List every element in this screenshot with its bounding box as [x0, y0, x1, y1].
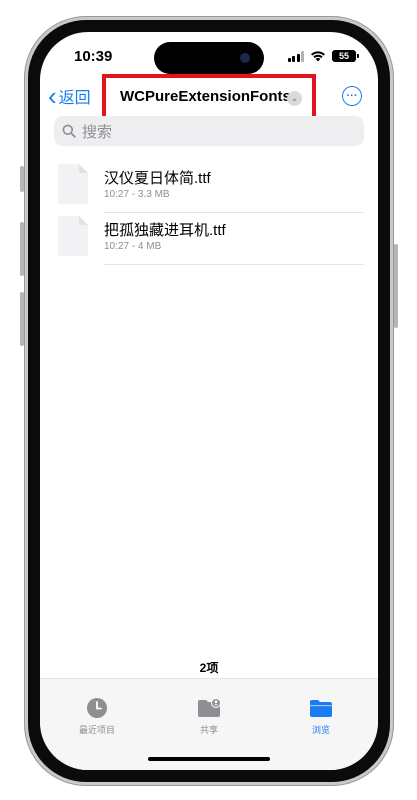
action-button [20, 166, 24, 192]
dynamic-island [154, 42, 264, 74]
volume-up-button [20, 222, 24, 276]
power-button [394, 244, 398, 328]
clock-icon [87, 698, 107, 718]
tab-label: 最近项目 [78, 725, 115, 735]
more-options-button[interactable]: ··· [342, 86, 362, 106]
shared-folder-icon [198, 698, 221, 717]
screen: 10:39 55 ‹ 返回 WCPureExtensionFonts ⌄ ···… [40, 32, 378, 770]
back-button[interactable]: ‹ 返回 [48, 81, 91, 111]
search-field[interactable]: 搜索 [54, 116, 364, 146]
wifi-icon [311, 51, 325, 62]
file-row[interactable]: 把孤独藏进耳机.ttf 10:27 - 4 MB [58, 216, 364, 266]
chevron-left-icon: ‹ [48, 81, 57, 111]
tab-label: 共享 [199, 725, 218, 735]
tab-label: 浏览 [311, 725, 330, 735]
item-count: 2项 [199, 661, 219, 675]
tab-shared[interactable]: 共享 [164, 697, 254, 736]
tab-recents[interactable]: 最近项目 [52, 697, 142, 736]
file-name: 汉仪夏日体简.ttf [104, 170, 211, 187]
document-icon [58, 216, 88, 256]
chevron-down-icon[interactable]: ⌄ [287, 91, 302, 106]
home-indicator[interactable] [148, 757, 270, 761]
search-placeholder: 搜索 [82, 123, 113, 141]
divider [104, 212, 364, 213]
divider [104, 264, 364, 265]
cellular-signal-icon [287, 50, 304, 62]
battery-icon: 55 [332, 50, 359, 62]
page-title: WCPureExtensionFonts [120, 88, 291, 105]
status-time: 10:39 [74, 48, 113, 65]
camera-icon [240, 53, 250, 63]
back-label: 返回 [58, 90, 91, 107]
search-icon [62, 124, 76, 138]
ellipsis-icon: ··· [346, 90, 358, 102]
file-meta: 10:27 - 3.3 MB [104, 189, 170, 200]
title-highlight-box[interactable]: WCPureExtensionFonts ⌄ [102, 74, 316, 120]
file-row[interactable]: 汉仪夏日体简.ttf 10:27 - 3.3 MB [58, 164, 364, 214]
tab-bar: 最近项目 共享 浏览 [40, 678, 378, 770]
document-icon [58, 164, 88, 204]
folder-icon [310, 700, 332, 717]
status-icons: 55 [287, 50, 359, 62]
tab-browse[interactable]: 浏览 [276, 697, 366, 736]
file-name: 把孤独藏进耳机.ttf [104, 222, 226, 239]
file-meta: 10:27 - 4 MB [104, 241, 162, 252]
volume-down-button [20, 292, 24, 346]
